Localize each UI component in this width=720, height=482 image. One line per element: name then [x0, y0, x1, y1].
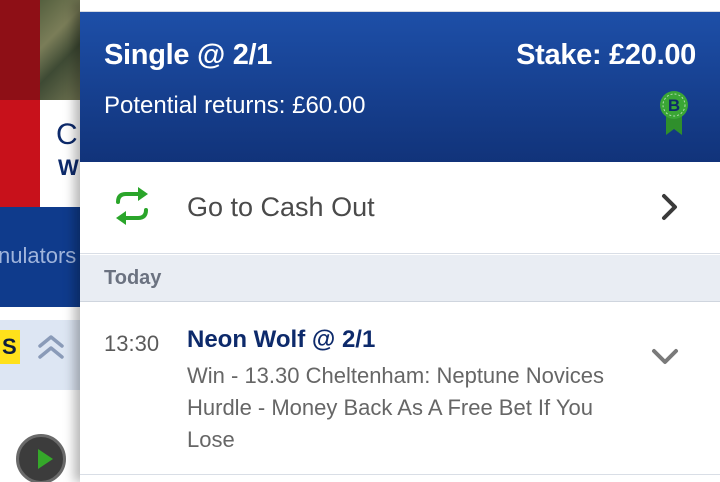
potential-returns: Potential returns: £60.00	[104, 92, 366, 119]
bet-summary-header: Single @ 2/1 Stake: £20.00 Potential ret…	[80, 12, 720, 162]
bet-description: Win - 13.30 Cheltenham: Neptune Novices …	[187, 363, 604, 452]
background-nav-item[interactable]: nulators	[0, 243, 76, 269]
section-header-today: Today	[80, 255, 720, 302]
play-button[interactable]	[16, 434, 66, 482]
cash-out-label: Go to Cash Out	[187, 192, 375, 222]
background-hero-image	[0, 0, 40, 100]
chevron-down-icon[interactable]	[650, 347, 680, 367]
rosette-badge-icon: B	[660, 91, 688, 135]
play-icon	[38, 449, 53, 469]
bet-stake: Stake: £20.00	[516, 39, 696, 71]
background-yellow-tab[interactable]: S	[0, 330, 20, 364]
go-to-cash-out-row[interactable]: Go to Cash Out	[80, 162, 720, 254]
race-time: 13:30	[104, 331, 160, 356]
badge-letter: B	[668, 96, 680, 115]
bet-item-row[interactable]: 13:30 Neon Wolf @ 2/1 Win - 13.30 Chelte…	[80, 303, 720, 475]
section-label: Today	[104, 267, 162, 289]
background-card[interactable]	[40, 100, 80, 207]
bet-type-title: Single @ 2/1	[104, 39, 273, 71]
background-card-title: C	[56, 118, 78, 151]
refresh-arrows-icon	[116, 187, 148, 225]
panel-top-bar	[80, 0, 720, 12]
selection-name: Neon Wolf @ 2/1	[187, 326, 376, 353]
double-chevron-up-icon[interactable]	[36, 332, 66, 362]
my-bets-panel: Single @ 2/1 Stake: £20.00 Potential ret…	[80, 0, 720, 482]
background-card-subtitle: W	[58, 155, 79, 180]
chevron-right-icon	[662, 194, 677, 220]
background-photo	[40, 0, 80, 100]
